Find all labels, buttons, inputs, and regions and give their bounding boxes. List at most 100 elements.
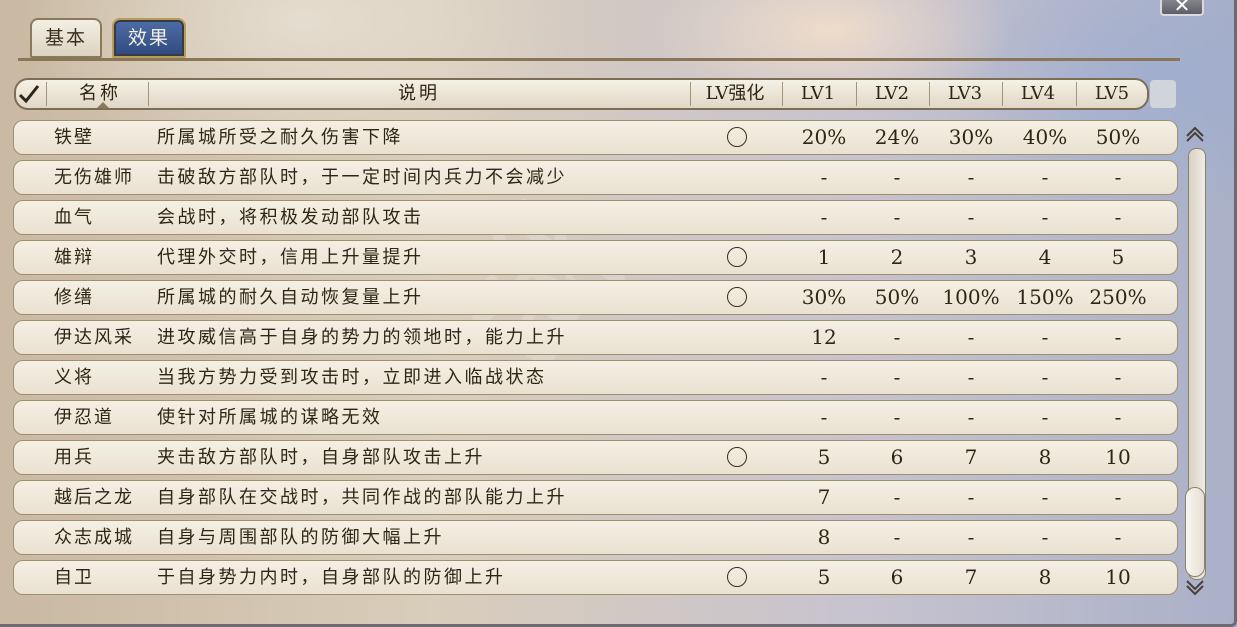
header-lv4[interactable]: LV4 [1002, 80, 1074, 108]
header-lv-boost[interactable]: LV强化 [690, 80, 780, 108]
lv3-value: 7 [964, 565, 978, 589]
lv5-value: - [1114, 205, 1122, 229]
lv3-value: 3 [964, 245, 978, 269]
sort-indicator-icon [97, 102, 109, 108]
table-row[interactable]: 伊忍道 使针对所属城的谋略无效 - - - - - [13, 400, 1178, 435]
lv1-value: - [820, 365, 828, 389]
lv4-value: - [1041, 325, 1049, 349]
effect-description: 夹击敌方部队时，自身部队攻击上升 [157, 447, 485, 468]
lv2-value: - [893, 165, 901, 189]
lv1-value: 1 [817, 245, 831, 269]
lv4-value: - [1041, 165, 1049, 189]
lv5-value: 10 [1105, 565, 1131, 589]
lv3-value: - [967, 405, 975, 429]
header-lv3[interactable]: LV3 [929, 80, 1001, 108]
lv-boost-circle-icon [727, 447, 747, 467]
lv3-value: - [967, 165, 975, 189]
table-row[interactable]: 修缮 所属城的耐久自动恢复量上升 30% 50% 100% 150% 250% [13, 280, 1178, 315]
effect-description: 代理外交时，信用上升量提升 [157, 247, 424, 268]
lv2-value: 6 [890, 565, 904, 589]
effect-description: 进攻威信高于自身的势力的领地时，能力上升 [157, 327, 567, 348]
lv5-value: 10 [1105, 445, 1131, 469]
lv5-value: - [1114, 485, 1122, 509]
tab-basic[interactable]: 基本 [30, 18, 102, 58]
effect-name: 众志成城 [54, 527, 134, 548]
lv1-value: - [820, 165, 828, 189]
lv5-value: - [1114, 365, 1122, 389]
lv1-value: - [820, 405, 828, 429]
lv4-value: - [1041, 405, 1049, 429]
lv2-value: 2 [890, 245, 904, 269]
lv4-value: 8 [1038, 445, 1052, 469]
table-row[interactable]: 越后之龙 自身部队在交战时，共同作战的部队能力上升 7 - - - - [13, 480, 1178, 515]
lv3-value: - [967, 205, 975, 229]
tab-divider [18, 58, 1180, 61]
lv1-value: 30% [801, 285, 847, 309]
lv2-value: - [893, 205, 901, 229]
lv-boost-circle-icon [727, 287, 747, 307]
effect-name: 修缮 [54, 287, 94, 308]
lv2-value: - [893, 325, 901, 349]
lv1-value: 5 [817, 565, 831, 589]
effect-name: 义将 [54, 367, 94, 388]
effect-description: 当我方势力受到攻击时，立即进入临战状态 [157, 367, 547, 388]
effect-name: 越后之龙 [54, 487, 134, 508]
lv3-value: - [967, 365, 975, 389]
effect-name: 铁壁 [54, 127, 94, 148]
effect-description: 所属城的耐久自动恢复量上升 [157, 287, 424, 308]
close-button[interactable]: ✕ [1160, 0, 1204, 16]
lv2-value: 24% [874, 125, 920, 149]
lv4-value: 8 [1038, 565, 1052, 589]
lv5-value: 5 [1111, 245, 1125, 269]
effect-name: 雄辩 [54, 247, 94, 268]
tab-effect[interactable]: 效果 [112, 18, 186, 58]
lv1-value: 7 [817, 485, 831, 509]
effect-description: 于自身势力内时，自身部队的防御上升 [157, 567, 506, 588]
effect-description: 自身部队在交战时，共同作战的部队能力上升 [157, 487, 567, 508]
scroll-down-icon[interactable] [1183, 578, 1207, 598]
lv3-value: - [967, 485, 975, 509]
lv4-value: 150% [1016, 285, 1074, 309]
lv5-value: 250% [1089, 285, 1147, 309]
effect-name: 自卫 [54, 567, 94, 588]
header-lv2[interactable]: LV2 [856, 80, 928, 108]
lv3-value: 30% [948, 125, 994, 149]
table-row[interactable]: 义将 当我方势力受到攻击时，立即进入临战状态 - - - - - [13, 360, 1178, 395]
lv3-value: - [967, 525, 975, 549]
effect-description: 自身与周围部队的防御大幅上升 [157, 527, 444, 548]
effect-description: 会战时，将积极发动部队攻击 [157, 207, 424, 228]
effect-name: 无伤雄师 [54, 167, 134, 188]
lv4-value: 40% [1022, 125, 1068, 149]
table-row[interactable]: 众志成城 自身与周围部队的防御大幅上升 8 - - - - [13, 520, 1178, 555]
header-scroll-cap [1150, 80, 1176, 108]
table-row[interactable]: 用兵 夹击敌方部队时，自身部队攻击上升 5 6 7 8 10 [13, 440, 1178, 475]
lv4-value: - [1041, 365, 1049, 389]
checkmark-icon[interactable] [14, 79, 44, 109]
lv4-value: 4 [1038, 245, 1052, 269]
header-lv1[interactable]: LV1 [782, 80, 854, 108]
table-row[interactable]: 血气 会战时，将积极发动部队攻击 - - - - - [13, 200, 1178, 235]
header-lv5[interactable]: LV5 [1076, 80, 1148, 108]
header-divider [46, 82, 47, 106]
table-row[interactable]: 无伤雄师 击破敌方部队时，于一定时间内兵力不会减少 - - - - - [13, 160, 1178, 195]
lv-boost-circle-icon [727, 247, 747, 267]
scrollbar-thumb[interactable] [1185, 487, 1205, 577]
lv2-value: - [893, 485, 901, 509]
lv2-value: - [893, 405, 901, 429]
lv5-value: - [1114, 325, 1122, 349]
lv4-value: - [1041, 205, 1049, 229]
scroll-up-icon[interactable] [1183, 124, 1207, 144]
lv4-value: - [1041, 485, 1049, 509]
lv5-value: - [1114, 405, 1122, 429]
table-row[interactable]: 自卫 于自身势力内时，自身部队的防御上升 5 6 7 8 10 [13, 560, 1178, 595]
header-desc[interactable]: 说明 [148, 80, 690, 108]
lv1-value: 12 [811, 325, 837, 349]
lv1-value: 8 [817, 525, 831, 549]
effect-name: 血气 [54, 207, 94, 228]
lv1-value: 20% [801, 125, 847, 149]
table-row[interactable]: 雄辩 代理外交时，信用上升量提升 1 2 3 4 5 [13, 240, 1178, 275]
table-row[interactable]: 伊达风采 进攻威信高于自身的势力的领地时，能力上升 12 - - - - [13, 320, 1178, 355]
lv5-value: - [1114, 165, 1122, 189]
lv2-value: - [893, 365, 901, 389]
table-row[interactable]: 铁壁 所属城所受之耐久伤害下降 20% 24% 30% 40% 50% [13, 120, 1178, 155]
